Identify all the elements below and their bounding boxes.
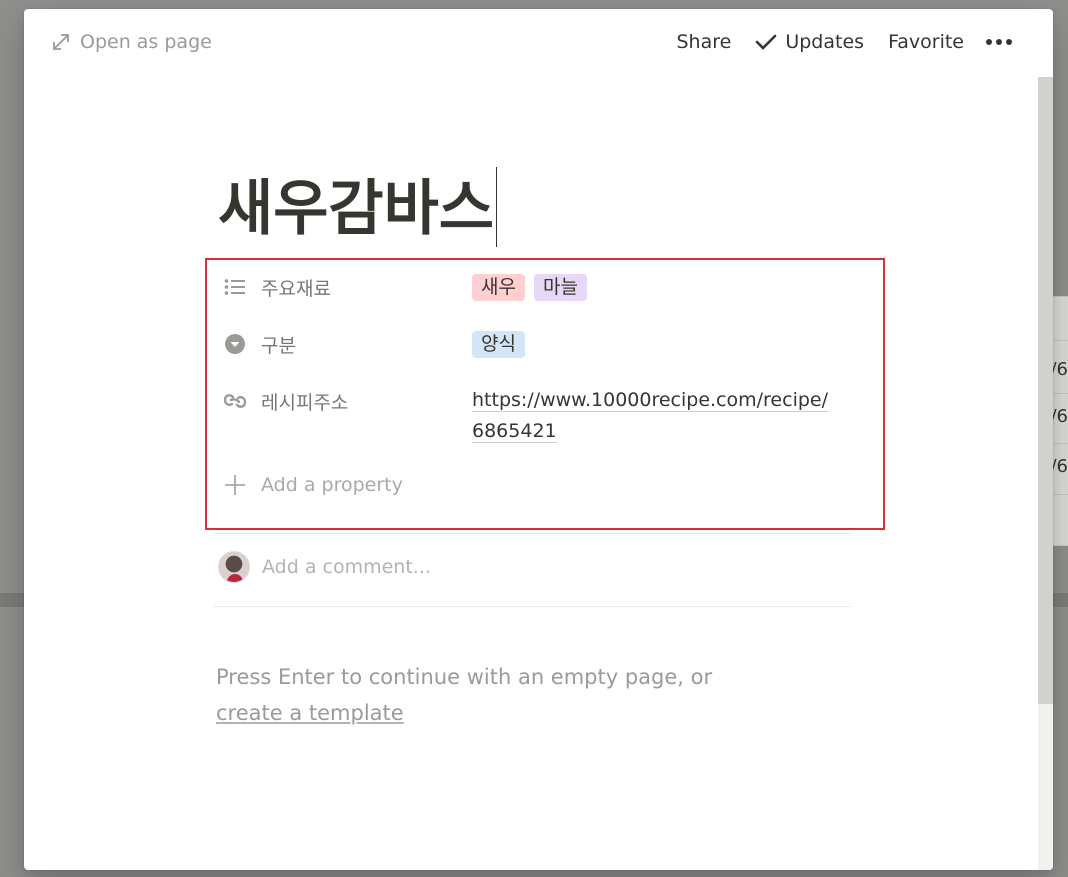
topbar-actions: Share Updates Favorite (677, 31, 1012, 53)
property-label: 레시피주소 (261, 391, 349, 414)
background-cell-text: /6 (1050, 456, 1068, 477)
updates-label: Updates (785, 31, 865, 53)
dot (996, 39, 1002, 45)
empty-page-hint-text: Press Enter to continue with an empty pa… (216, 665, 713, 689)
divider (214, 606, 851, 607)
property-name-category[interactable]: 구분 (223, 328, 472, 360)
property-value-multiselect[interactable]: 새우 마늘 (472, 271, 587, 303)
text-caret (496, 167, 497, 247)
property-row-main-ingredients: 주요재료 새우 마늘 (223, 271, 587, 303)
comment-composer[interactable]: Add a comment... (218, 551, 431, 583)
list-icon (223, 275, 247, 299)
scrollbar-thumb[interactable] (1038, 77, 1053, 704)
empty-page-hint: Press Enter to continue with an empty pa… (216, 659, 776, 731)
dot (1006, 39, 1012, 45)
updates-button[interactable]: Updates (755, 31, 864, 53)
plus-icon (223, 473, 247, 497)
open-as-page-button[interactable]: Open as page (52, 31, 212, 53)
comment-input[interactable]: Add a comment... (262, 556, 431, 578)
modal-topbar: Open as page Share Updates Favorite (24, 9, 1038, 77)
more-dots-icon[interactable] (986, 39, 1012, 45)
page-title[interactable]: 새우감바스 (218, 171, 494, 247)
favorite-button[interactable]: Favorite (888, 31, 964, 53)
select-icon (223, 332, 247, 356)
expand-arrows-icon (53, 34, 69, 50)
property-row-category: 구분 양식 (223, 328, 525, 360)
checkmark-icon (756, 34, 777, 50)
tag-shrimp[interactable]: 새우 (472, 273, 525, 301)
create-template-link[interactable]: create a template (216, 701, 404, 725)
property-value-select[interactable]: 양식 (472, 328, 525, 360)
add-property-button[interactable]: Add a property (223, 473, 403, 497)
avatar (218, 551, 250, 583)
divider (214, 533, 851, 534)
dot (986, 39, 992, 45)
recipe-url-text: https://www.10000recipe.com/recipe/68654… (472, 389, 828, 443)
background-cell-text: /6 (1050, 359, 1068, 380)
share-button[interactable]: Share (677, 31, 732, 53)
add-property-label: Add a property (261, 474, 403, 496)
share-label: Share (676, 31, 732, 53)
properties-panel: 주요재료 새우 마늘 구분 양식 레시피주소 https://www.10000… (205, 258, 885, 530)
property-label: 주요재료 (261, 277, 331, 300)
link-icon (223, 389, 247, 413)
property-row-recipe-url: 레시피주소 https://www.10000recipe.com/recipe… (223, 385, 834, 447)
property-label: 구분 (261, 334, 296, 357)
property-name-main-ingredients[interactable]: 주요재료 (223, 271, 472, 303)
favorite-label: Favorite (888, 31, 964, 53)
tag-garlic[interactable]: 마늘 (533, 273, 587, 301)
property-value-url[interactable]: https://www.10000recipe.com/recipe/68654… (472, 385, 834, 447)
property-name-recipe-url[interactable]: 레시피주소 (223, 385, 472, 417)
page-title-wrapper: 새우감바스 (218, 167, 497, 247)
open-as-page-label: Open as page (80, 31, 212, 53)
recipe-url-link[interactable]: https://www.10000recipe.com/recipe/68654… (472, 385, 834, 447)
background-cell-text: /6 (1050, 406, 1068, 427)
page-peek-modal: Open as page Share Updates Favorite 새우감바… (24, 9, 1053, 870)
tag-western[interactable]: 양식 (472, 330, 525, 358)
